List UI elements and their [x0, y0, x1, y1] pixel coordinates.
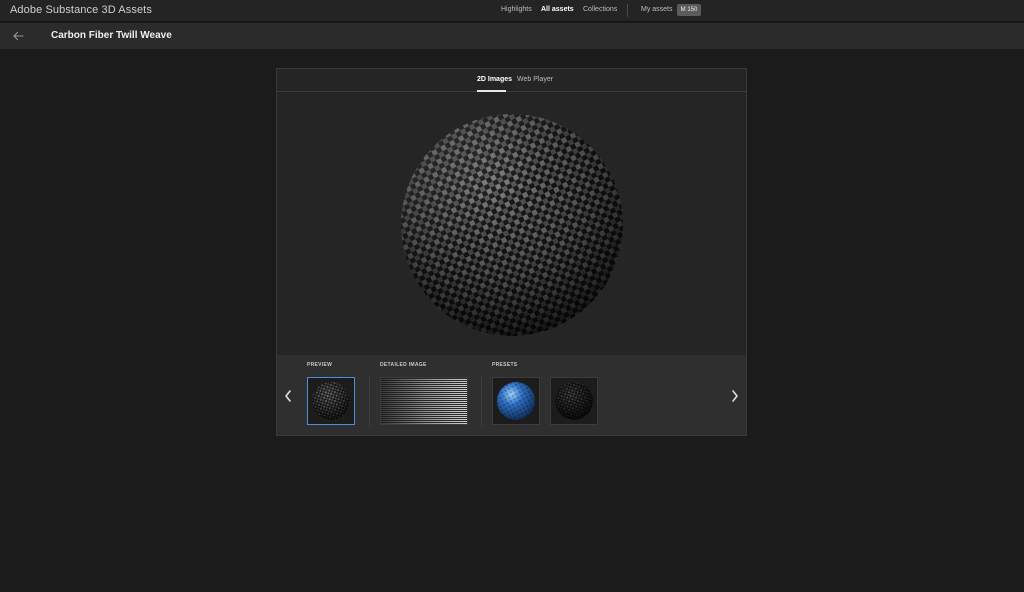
thumbnail-strip: PREVIEW DETAILED IMAGE PRESETS	[277, 355, 746, 435]
preset-blue-thumbnail[interactable]	[492, 377, 540, 425]
asset-header: Carbon Fiber Twill Weave	[0, 23, 1024, 49]
preview-stage[interactable]	[277, 93, 746, 355]
tab-2d-images[interactable]: 2D Images	[477, 76, 512, 83]
nav-all-assets[interactable]: All assets	[541, 6, 574, 13]
preview-thumbnail[interactable]	[307, 377, 355, 425]
carbon-fiber-sphere-render	[401, 114, 623, 336]
nav-collections[interactable]: Collections	[583, 6, 617, 13]
chevron-left-icon[interactable]	[283, 389, 293, 403]
active-tab-indicator	[477, 90, 506, 92]
top-bar: Adobe Substance 3D Assets Highlights All…	[0, 0, 1024, 22]
detailed-image-label: DETAILED IMAGE	[380, 362, 427, 368]
nav-highlights[interactable]: Highlights	[501, 6, 532, 13]
arrow-left-icon[interactable]	[12, 30, 24, 42]
presets-label: PRESETS	[492, 362, 518, 368]
preview-sphere-image	[312, 382, 350, 420]
detailed-image-thumbnail[interactable]	[380, 377, 468, 425]
chevron-right-icon[interactable]	[730, 389, 740, 403]
credits-badge[interactable]: M 150	[677, 4, 701, 16]
asset-viewer: 2D Images Web Player PREVIEW DETAILED IM…	[276, 68, 747, 436]
nav-my-assets[interactable]: My assets	[641, 6, 673, 13]
strip-divider	[481, 375, 482, 427]
strip-divider	[369, 375, 370, 427]
tab-web-player[interactable]: Web Player	[517, 76, 553, 83]
viewer-tabs: 2D Images Web Player	[277, 69, 746, 92]
main-nav: Highlights All assets Collections My ass…	[0, 0, 1024, 22]
dark-preset-sphere-image	[555, 382, 593, 420]
preview-label: PREVIEW	[307, 362, 333, 368]
blue-preset-sphere-image	[497, 382, 535, 420]
detailed-image-shading	[381, 378, 467, 424]
nav-divider	[627, 4, 628, 17]
preset-dark-thumbnail[interactable]	[550, 377, 598, 425]
page-title: Carbon Fiber Twill Weave	[51, 30, 172, 41]
